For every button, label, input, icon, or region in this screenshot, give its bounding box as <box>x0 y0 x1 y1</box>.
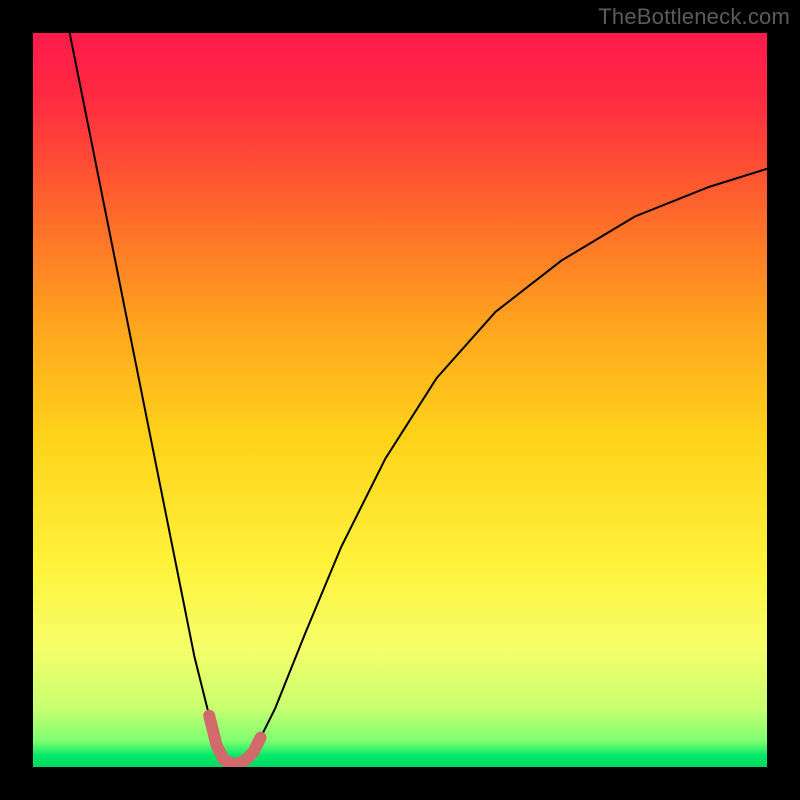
chart-svg <box>33 33 767 767</box>
chart-frame: TheBottleneck.com <box>0 0 800 800</box>
watermark-text: TheBottleneck.com <box>598 4 790 30</box>
plot-area <box>33 33 767 767</box>
